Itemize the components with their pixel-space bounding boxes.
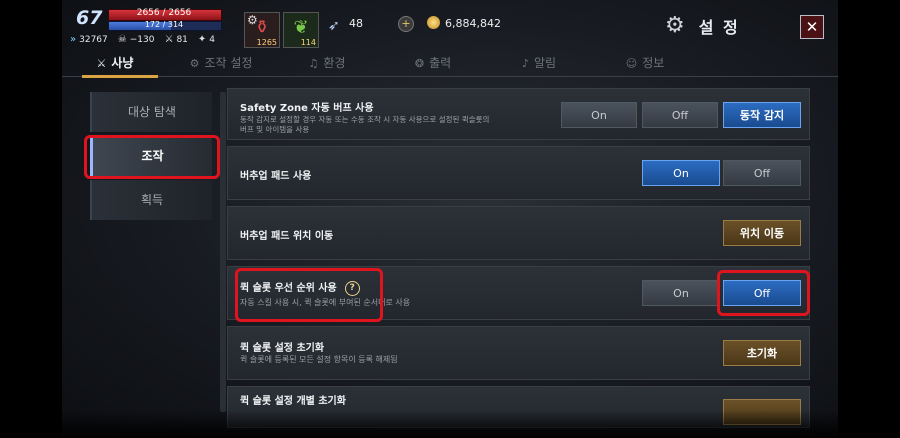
feather-count: 48: [349, 17, 363, 30]
settings-header: ⚙ 설 정: [665, 13, 740, 38]
row-safety-zone: Safety Zone 자동 버프 사용 동작 감지로 설정할 경우 자동 또는…: [227, 88, 810, 140]
hp-text: 2656 / 2656: [136, 8, 192, 18]
move-position-button[interactable]: 위치 이동: [723, 220, 801, 246]
buff-pad-off-button[interactable]: Off: [723, 160, 801, 186]
safety-off-button[interactable]: Off: [642, 102, 718, 128]
gear-icon: ⚙: [189, 57, 200, 70]
bottom-fade: [62, 410, 838, 438]
highlight-quickslot-label: [235, 268, 383, 322]
tab-output[interactable]: ❂ 출력: [380, 52, 486, 76]
safety-zone-desc: 동작 감지로 설정할 경우 자동 또는 수동 조작 시 자동 사용으로 설정된 …: [240, 115, 490, 134]
tab-info[interactable]: ☺ 정보: [592, 52, 698, 76]
highlight-control: [84, 135, 220, 179]
user-icon: ☺: [625, 57, 638, 70]
settings-gear-icon: ⚙: [665, 13, 685, 38]
tab-hunting[interactable]: ⚔ 사냥: [62, 52, 168, 78]
buff-pad-on-button[interactable]: On: [642, 160, 720, 186]
tab-bar: ⚔ 사냥 ⚙ 조작 설정 ♫ 환경 ❂ 출력 ♪ 알림 ☺ 정보: [62, 52, 838, 78]
page-title: 설 정: [698, 17, 740, 37]
potion-icon: ⚱: [254, 17, 270, 38]
row-buff-pad: 버추업 패드 사용 On Off: [227, 146, 810, 200]
level-text: 67: [76, 7, 103, 29]
leaf-icon: ❦: [293, 17, 309, 38]
stat-chaos: ☠ −130: [117, 34, 155, 45]
quickslot-reset-each-label: 퀵 슬롯 설정 개별 초기화: [240, 396, 346, 407]
reset-button[interactable]: 초기화: [723, 340, 801, 366]
menu-acquire[interactable]: 획득: [90, 180, 212, 220]
scroll-track[interactable]: [220, 92, 226, 412]
leaf-count: 114: [300, 38, 316, 47]
wing-stat-icon: »: [70, 34, 77, 45]
potion-count: 1265: [256, 38, 277, 47]
safety-on-button[interactable]: On: [561, 102, 637, 128]
feather-icon: ➶: [328, 18, 340, 34]
crossed-swords-icon: ⚔: [96, 57, 107, 70]
output-icon: ❂: [414, 57, 425, 70]
skull-icon: ☠: [117, 34, 127, 45]
quickslot-reset-desc: 퀵 슬롯에 등록된 모든 설정 항목이 등록 해제됨: [240, 355, 398, 364]
tab-environment[interactable]: ♫ 환경: [274, 52, 380, 76]
quickslot-on-button[interactable]: On: [642, 280, 720, 306]
mp-text: 172 / 314: [144, 20, 184, 29]
leaf-slot[interactable]: ❦ 114: [283, 12, 319, 48]
menu-target-search[interactable]: 대상 탐색: [90, 92, 212, 132]
game-screen: 67 2656 / 2656 172 / 314 » 32767 ☠ −130 ⚔ 8…: [62, 0, 838, 438]
stat-pk: ✦ 4: [197, 34, 216, 45]
pk-icon: ✦: [197, 34, 207, 45]
row-pad-position: 버추업 패드 위치 이동 위치 이동: [227, 206, 810, 260]
add-currency-button[interactable]: +: [398, 16, 414, 32]
safety-zone-label: Safety Zone 자동 버프 사용: [240, 103, 374, 114]
sword-icon: ⚔: [164, 34, 174, 45]
tab-alerts[interactable]: ♪ 알림: [486, 52, 592, 76]
gold-amount: 6,884,842: [445, 17, 501, 30]
stat-kills: ⚔ 81: [164, 34, 188, 45]
potion-slot[interactable]: ⚙ ⚱ 1265: [244, 12, 280, 48]
highlight-off-button: [717, 270, 810, 316]
pad-position-label: 버추업 패드 위치 이동: [240, 231, 334, 242]
stat-row: » 32767 ☠ −130 ⚔ 81 ✦ 4: [70, 34, 215, 45]
buff-pad-label: 버추업 패드 사용: [240, 171, 312, 182]
quickslot-reset-label: 퀵 슬롯 설정 초기화: [240, 343, 325, 354]
gold-coin-icon: [427, 16, 440, 29]
settings-list: Safety Zone 자동 버프 사용 동작 감지로 설정할 경우 자동 또는…: [227, 88, 810, 434]
bell-icon: ♪: [521, 57, 529, 70]
close-button[interactable]: ✕: [800, 15, 824, 39]
safety-detect-button[interactable]: 동작 감지: [723, 102, 801, 128]
top-hud: 67 2656 / 2656 172 / 314 » 32767 ☠ −130 ⚔ 8…: [62, 0, 838, 52]
music-icon: ♫: [308, 57, 319, 70]
row-quickslot-reset: 퀵 슬롯 설정 초기화 퀵 슬롯에 등록된 모든 설정 항목이 등록 해제됨 초…: [227, 326, 810, 380]
stat-power: » 32767: [70, 34, 108, 45]
tab-control-settings[interactable]: ⚙ 조작 설정: [168, 52, 274, 76]
